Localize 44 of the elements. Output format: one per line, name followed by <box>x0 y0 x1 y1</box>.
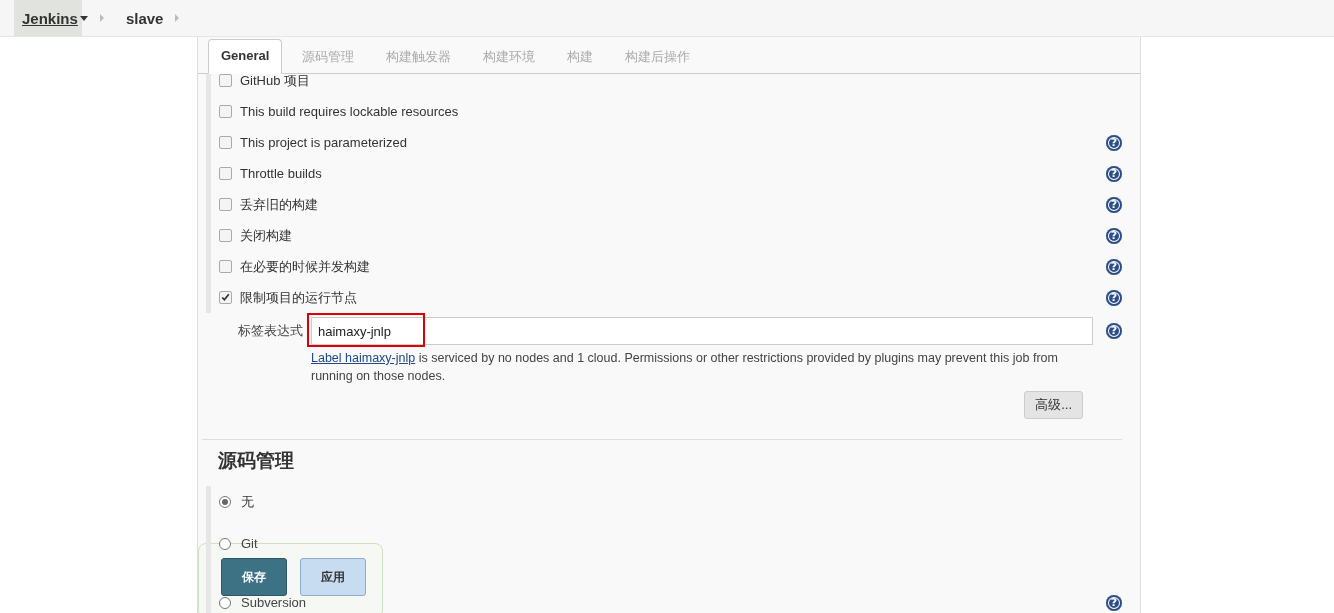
radio-button[interactable] <box>219 596 231 609</box>
info-message: Label haimaxy-jnlp is serviced by no nodes and 1 cloud. Permissions or other restrictions provided by plugins may prevent this job from running on those nodes. <box>311 350 1059 385</box>
checkbox-label: Throttle builds <box>240 166 323 181</box>
radio-label: Git <box>241 536 259 551</box>
advanced-button[interactable]: 高级... <box>1024 391 1083 419</box>
label-link[interactable]: Label haimaxy-jnlp <box>311 351 416 365</box>
chevron-icon <box>175 14 180 22</box>
help-icon[interactable]: ? <box>1106 258 1122 275</box>
help-icon[interactable]: ? <box>1106 196 1122 213</box>
help-icon[interactable]: ? <box>1106 165 1122 182</box>
checkbox-label: GitHub 项目 <box>240 71 312 90</box>
checkbox[interactable] <box>219 167 232 180</box>
help-icon[interactable]: ? <box>1106 134 1122 151</box>
checkbox-label: This project is parameterized <box>240 135 408 150</box>
checkbox[interactable] <box>219 260 232 273</box>
breadcrumb-link[interactable]: slave <box>117 0 168 36</box>
checkbox[interactable] <box>219 105 232 118</box>
checkbox[interactable] <box>219 74 232 87</box>
checkbox-label: This build requires lockable resources <box>240 104 460 119</box>
caret-icon[interactable] <box>79 15 88 21</box>
input-field[interactable]: haimaxy-jnlp <box>311 317 1093 345</box>
radio-label: 无 <box>241 492 255 511</box>
radio-button[interactable] <box>219 537 231 550</box>
checkbox[interactable] <box>219 198 232 211</box>
checkbox-label: 关闭构建 <box>240 226 293 245</box>
checkbox[interactable] <box>219 136 232 149</box>
checkbox[interactable] <box>219 291 232 304</box>
checkbox-label: 丢弃旧的构建 <box>240 195 319 214</box>
help-icon[interactable]: ? <box>1106 323 1122 339</box>
checkbox-label: 在必要的时候并发构建 <box>240 257 371 276</box>
checkbox-label: 限制项目的运行节点 <box>240 288 358 307</box>
chevron-icon <box>99 14 104 22</box>
help-icon[interactable]: ? <box>1106 289 1122 306</box>
radio-label: Subversion <box>241 595 308 610</box>
tab[interactable]: General <box>208 39 283 74</box>
help-icon[interactable]: ? <box>1106 227 1122 244</box>
help-icon[interactable]: ? <box>1106 594 1122 611</box>
breadcrumb-link[interactable]: Jenkins <box>14 0 82 36</box>
section-title: 源码管理 <box>218 449 295 473</box>
save-button[interactable]: 保存 <box>221 558 287 596</box>
radio-button[interactable] <box>219 495 231 508</box>
field-label: 标签表达式 <box>237 322 303 340</box>
apply-button[interactable]: 应用 <box>300 558 366 596</box>
checkbox[interactable] <box>219 229 232 242</box>
